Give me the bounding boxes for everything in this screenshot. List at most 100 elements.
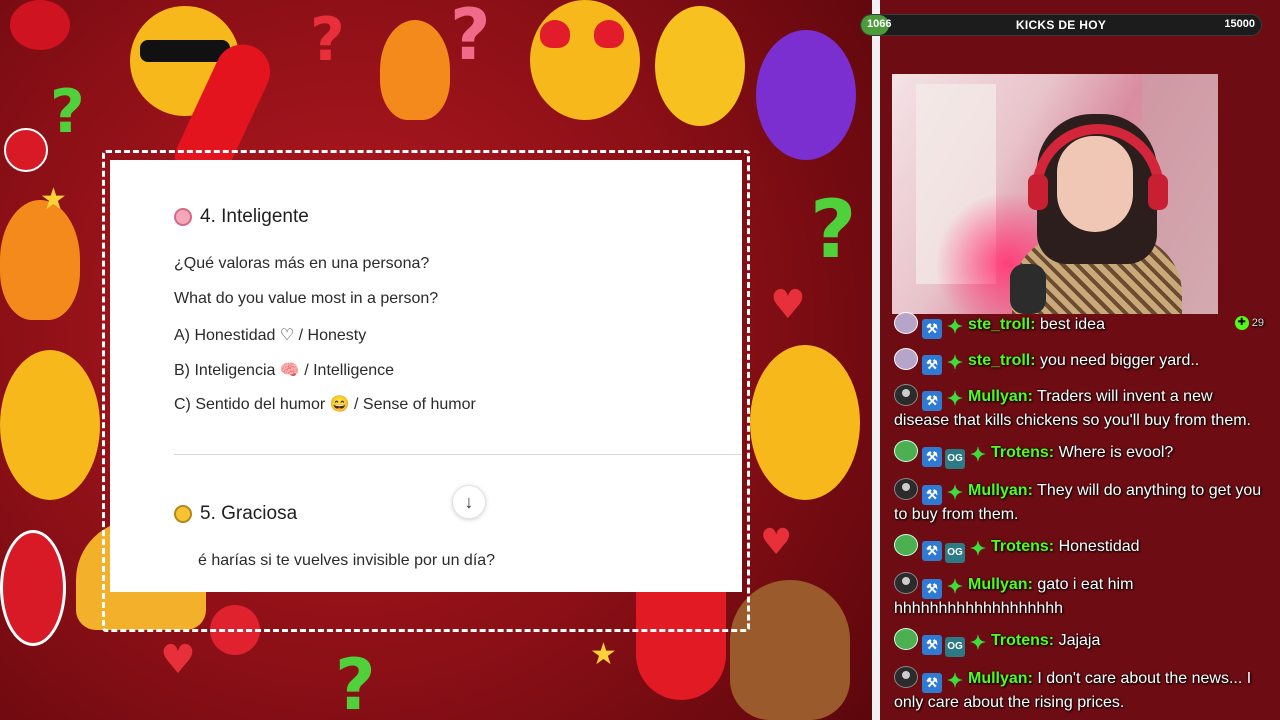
heart-eye-left <box>540 20 570 48</box>
message-reactions[interactable]: ✚ 29 <box>1234 313 1264 333</box>
microphone-icon <box>1010 264 1046 314</box>
goal-title: KICKS DE HOY <box>1015 18 1107 32</box>
section-title-text: 5. Graciosa <box>200 503 298 524</box>
kicks-goal-bar: 1066 KICKS DE HOY 15000 <box>860 14 1262 36</box>
question-spanish-partial: é harías si te vuelves invisible por un … <box>198 552 496 569</box>
chat-message: ⚒ ✦ Mullyan: gato i eat him hhhhhhhhhhhhhh… <box>892 572 1268 619</box>
subscriber-badge-icon: ✦ <box>947 353 963 374</box>
og-badge-icon: OG <box>945 637 965 657</box>
goal-target: 15000 <box>1224 18 1255 30</box>
lightning-icon <box>174 505 192 523</box>
chat-username[interactable]: Mullyan: <box>968 670 1033 687</box>
question-english: What do you value most in a person? <box>174 290 439 307</box>
subscriber-badge-icon: ✦ <box>947 577 963 598</box>
question-mark-icon: ? <box>810 183 857 276</box>
sunglasses-shade <box>140 40 230 62</box>
user-avatar[interactable] <box>894 312 918 334</box>
headset-cup-right <box>1148 174 1168 210</box>
panel-divider <box>872 0 880 720</box>
chat-message: ⚒ OG ✦ Trotens: Where is evool? <box>892 440 1268 469</box>
option-c: C) Sentido del humor 😄 / Sense of humor <box>174 396 476 413</box>
lips-emoji <box>10 0 70 50</box>
heart-icon: ♥ <box>760 522 793 563</box>
chat-username[interactable]: Trotens: <box>991 538 1054 555</box>
moderator-badge-icon: ⚒ <box>922 355 942 375</box>
devil-emoji <box>756 30 856 160</box>
moderator-badge-icon: ⚒ <box>922 447 942 467</box>
moderator-badge-icon: ⚒ <box>922 391 942 411</box>
user-avatar[interactable] <box>894 628 918 650</box>
question-mark-icon: ? <box>450 0 491 76</box>
chat-text: you need bigger yard.. <box>1035 352 1200 369</box>
star-icon: ★ <box>40 182 67 217</box>
chat-username[interactable]: Mullyan: <box>968 388 1033 405</box>
user-avatar[interactable] <box>894 478 918 500</box>
scroll-down-button[interactable]: ↓ <box>452 485 486 519</box>
moderator-badge-icon: ⚒ <box>922 541 942 561</box>
option-a: A) Honestidad ♡ / Honesty <box>174 327 367 344</box>
chat-username[interactable]: ste_troll: <box>968 316 1036 333</box>
user-avatar[interactable] <box>894 440 918 462</box>
fire-emoji-top <box>380 20 450 120</box>
adult-badge-top <box>4 128 48 172</box>
subscriber-badge-icon: ✦ <box>947 317 963 338</box>
chat-text: Where is evool? <box>1054 444 1174 461</box>
section-title-graciosa: 5. Graciosa <box>174 503 297 525</box>
moderator-badge-icon: ⚒ <box>922 319 942 339</box>
user-avatar[interactable] <box>894 534 918 556</box>
chat-message: ⚒ ✦ ste_troll: you need bigger yard.. <box>892 348 1268 375</box>
user-avatar[interactable] <box>894 384 918 406</box>
og-badge-icon: OG <box>945 543 965 563</box>
subscriber-badge-icon: ✦ <box>947 671 963 692</box>
subscriber-badge-icon: ✦ <box>970 633 986 654</box>
reaction-count: 29 <box>1251 317 1264 329</box>
user-avatar[interactable] <box>894 572 918 594</box>
section-divider <box>174 454 742 455</box>
chat-text: Jajaja <box>1054 632 1101 649</box>
user-avatar[interactable] <box>894 666 918 688</box>
chat-message: ⚒ ✦ Mullyan: Traders will invent a new dis… <box>892 384 1268 431</box>
chat-username[interactable]: Mullyan: <box>968 482 1033 499</box>
chat-message: ⚒ ✦ ste_troll: best idea ✚ 29 <box>892 312 1268 339</box>
user-avatar[interactable] <box>894 348 918 370</box>
chat-message: ⚒ ✦ Mullyan: They will do anything to get … <box>892 478 1268 525</box>
question-mark-icon: ? <box>50 77 85 147</box>
moderator-badge-icon: ⚒ <box>922 673 942 693</box>
question-mark-icon: ? <box>310 5 345 75</box>
chat-message: ⚒ ✦ Mullyan: I don't care about the news..… <box>892 666 1268 713</box>
section-title-inteligente: 4. Inteligente <box>174 206 309 228</box>
chat-message: ⚒ OG ✦ Trotens: Jajaja <box>892 628 1268 657</box>
arrow-down-icon: ↓ <box>464 491 474 512</box>
chat-username[interactable]: Trotens: <box>991 632 1054 649</box>
adult-badge-left <box>0 530 66 646</box>
reaction-icon: ✚ <box>1234 316 1249 330</box>
heart-icon: ♥ <box>770 282 806 328</box>
moderator-badge-icon: ⚒ <box>922 635 942 655</box>
document-page[interactable]: 4. Inteligente ¿Qué valoras más en una p… <box>110 160 742 592</box>
chat-feed[interactable]: ⚒ ✦ ste_troll: best idea ✚ 29 ⚒ ✦ ste_troll: yo… <box>892 312 1268 720</box>
chat-username[interactable]: Mullyan: <box>968 576 1033 593</box>
chat-username[interactable]: ste_troll: <box>968 352 1036 369</box>
moderator-badge-icon: ⚒ <box>922 579 942 599</box>
chat-text: best idea <box>1035 316 1105 333</box>
crying-emoji-left <box>0 350 100 500</box>
subscriber-badge-icon: ✦ <box>970 445 986 466</box>
subscriber-badge-icon: ✦ <box>970 539 986 560</box>
subscriber-badge-icon: ✦ <box>947 389 963 410</box>
question-spanish: ¿Qué valoras más en una persona? <box>174 255 430 272</box>
section-title-text: 4. Inteligente <box>200 206 309 227</box>
heart-eyes-emoji <box>530 0 640 120</box>
heart-icon: ♥ <box>160 637 196 683</box>
og-badge-icon: OG <box>945 449 965 469</box>
chat-username[interactable]: Trotens: <box>991 444 1054 461</box>
star-icon: ★ <box>590 637 617 672</box>
laughing-emoji <box>750 345 860 500</box>
surprised-emoji <box>655 6 745 126</box>
option-b: B) Inteligencia 🧠 / Intelligence <box>174 362 395 379</box>
heart-eye-right <box>594 20 624 48</box>
fire-emoji-left <box>0 200 80 320</box>
chat-message: ⚒ OG ✦ Trotens: Honestidad <box>892 534 1268 563</box>
question-mark-icon: ? <box>335 644 376 720</box>
chat-text: Honestidad <box>1054 538 1140 555</box>
headset-cup-left <box>1028 174 1048 210</box>
